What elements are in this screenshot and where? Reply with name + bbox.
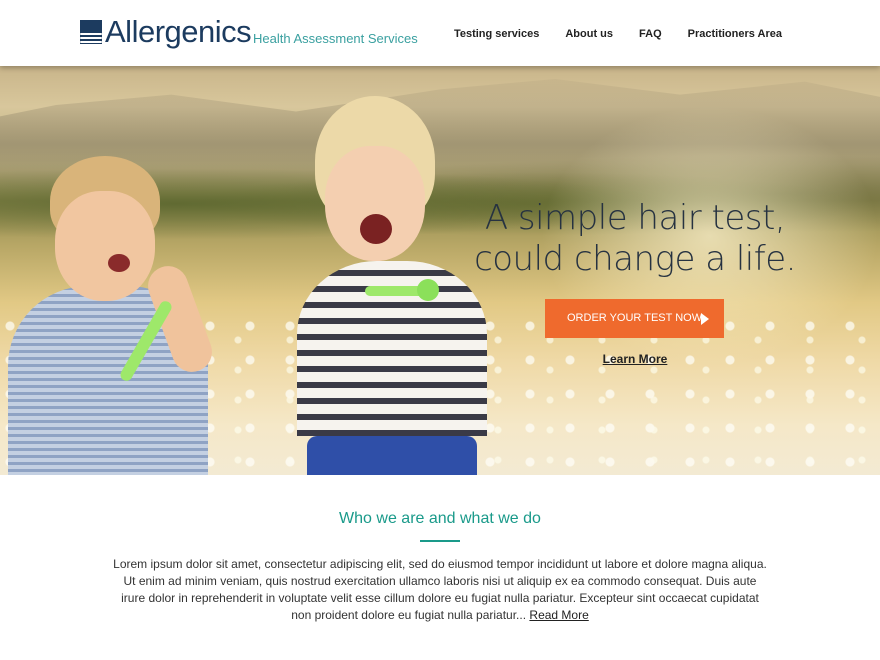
brand-tagline: Health Assessment Services: [253, 31, 418, 46]
order-test-button-label: ORDER YOUR TEST NOW: [567, 312, 703, 324]
section-divider: [420, 540, 460, 542]
nav-testing-services[interactable]: Testing services: [454, 27, 539, 41]
nav-faq[interactable]: FAQ: [639, 27, 662, 41]
brand-logo[interactable]: Allergenics: [105, 14, 252, 50]
read-more-link[interactable]: Read More: [529, 608, 588, 622]
order-test-button[interactable]: ORDER YOUR TEST NOW: [545, 299, 724, 338]
hero-photo-boy: [0, 156, 260, 475]
main-nav: Testing services About us FAQ Practition…: [428, 27, 782, 41]
logo-mark-icon[interactable]: [80, 20, 102, 44]
hero-photo-girl: [285, 96, 505, 475]
play-arrow-icon: [701, 313, 709, 325]
hero-headline: A simple hair test, could change a life.: [470, 198, 800, 280]
hero-banner: A simple hair test, could change a life.…: [0, 66, 880, 475]
learn-more-link[interactable]: Learn More: [570, 352, 700, 366]
nav-about-us[interactable]: About us: [565, 27, 613, 41]
site-header: Allergenics Health Assessment Services T…: [0, 0, 880, 66]
nav-practitioners-area[interactable]: Practitioners Area: [688, 27, 782, 41]
section-body-text: Lorem ipsum dolor sit amet, consectetur …: [113, 557, 767, 622]
section-title: Who we are and what we do: [339, 510, 541, 527]
section-body: Lorem ipsum dolor sit amet, consectetur …: [110, 556, 770, 624]
hero-headline-line2: could change a life.: [474, 239, 796, 279]
hero-headline-line1: A simple hair test,: [484, 198, 786, 238]
